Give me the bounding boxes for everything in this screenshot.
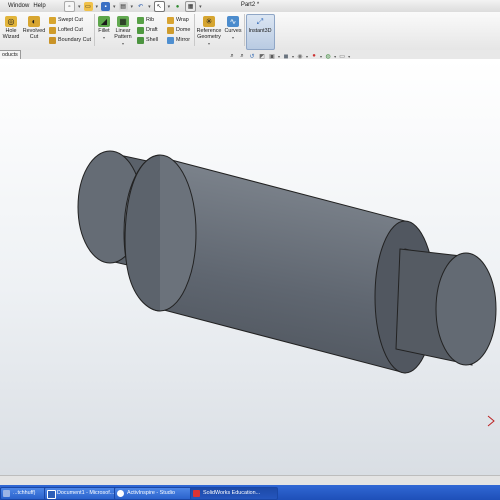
dome-icon bbox=[167, 26, 174, 34]
hole-wizard-button[interactable]: ◎ Hole Wizard bbox=[2, 16, 20, 40]
revolved-cut-button[interactable]: ◐ Revolved Cut bbox=[22, 16, 46, 40]
mirror-button[interactable]: Mirror bbox=[167, 36, 190, 44]
swept-cut-icon bbox=[49, 16, 56, 24]
scene-dropdown-icon[interactable]: ▾ bbox=[334, 54, 336, 59]
lofted-cut-icon bbox=[49, 26, 56, 34]
linear-pattern-label: Linear Pattern bbox=[114, 28, 132, 40]
shell-label: Shell bbox=[146, 37, 158, 43]
taskbar-item-label: ...tchhuff) bbox=[13, 490, 36, 496]
stepped-shaft-model[interactable] bbox=[0, 59, 500, 475]
appearance-dropdown-icon[interactable]: ▾ bbox=[320, 54, 322, 59]
lofted-cut-label: Lofted Cut bbox=[58, 27, 83, 33]
fillet-dropdown-icon[interactable]: ▾ bbox=[96, 35, 112, 41]
linear-pattern-button[interactable]: ▦ Linear Pattern ▾ bbox=[113, 16, 133, 47]
wrap-button[interactable]: Wrap bbox=[167, 16, 190, 24]
hole-wizard-icon: ◎ bbox=[5, 16, 17, 27]
view-settings-dropdown-icon[interactable]: ▾ bbox=[348, 54, 350, 59]
boundary-cut-label: Boundary Cut bbox=[58, 37, 91, 43]
taskbar-item[interactable]: Document1 - Microsof... bbox=[44, 487, 124, 500]
activinspire-icon bbox=[117, 490, 124, 497]
graphics-area[interactable] bbox=[0, 59, 500, 475]
solidworks-icon bbox=[193, 490, 200, 497]
view-orientation-dropdown-icon[interactable]: ▾ bbox=[278, 54, 280, 59]
dome-button[interactable]: Dome bbox=[167, 26, 190, 34]
swept-cut-button[interactable]: Swept Cut bbox=[49, 16, 91, 24]
separator bbox=[94, 14, 95, 46]
curves-label: Curves bbox=[224, 28, 242, 34]
word-icon bbox=[47, 490, 56, 499]
curves-button[interactable]: ∿ Curves ▾ bbox=[224, 16, 242, 41]
taskbar-item-label: Document1 - Microsof... bbox=[57, 490, 115, 496]
linear-pattern-dropdown-icon[interactable]: ▾ bbox=[113, 41, 133, 47]
main-shaft-body bbox=[159, 156, 406, 374]
reference-geometry-label: Reference Geometry bbox=[196, 28, 222, 40]
windows-taskbar: ...tchhuff) Document1 - Microsof... Acti… bbox=[0, 485, 500, 500]
instant3d-label: Instant3D bbox=[248, 28, 272, 34]
rib-button[interactable]: Rib bbox=[137, 16, 158, 24]
draft-icon bbox=[137, 26, 144, 34]
shell-icon bbox=[137, 36, 144, 44]
fillet-label: Fillet bbox=[98, 28, 110, 34]
curves-icon: ∿ bbox=[227, 16, 239, 27]
taskbar-item[interactable]: ActivInspire - Studio bbox=[114, 487, 200, 500]
draft-button[interactable]: Draft bbox=[137, 26, 158, 34]
mirror-label: Mirror bbox=[176, 37, 191, 43]
display-style-dropdown-icon[interactable]: ▾ bbox=[292, 54, 294, 59]
revolved-cut-icon: ◐ bbox=[28, 16, 40, 27]
reference-geometry-icon: ✳ bbox=[203, 16, 215, 27]
lofted-cut-button[interactable]: Lofted Cut bbox=[49, 26, 91, 34]
swept-cut-label: Swept Cut bbox=[58, 17, 83, 23]
wrap-label: Wrap bbox=[176, 17, 189, 23]
app-icon bbox=[3, 490, 10, 497]
dome-label: Dome bbox=[176, 27, 191, 33]
curves-dropdown-icon[interactable]: ▾ bbox=[224, 35, 242, 41]
hide-show-dropdown-icon[interactable]: ▾ bbox=[306, 54, 308, 59]
boundary-cut-button[interactable]: Boundary Cut bbox=[49, 36, 91, 44]
wrap-icon bbox=[167, 16, 174, 24]
right-shaft-end bbox=[435, 252, 497, 366]
mirror-icon bbox=[167, 36, 174, 44]
fillet-button[interactable]: ◢ Fillet ▾ bbox=[96, 16, 112, 41]
feature-stack-2: Wrap Dome Mirror bbox=[167, 16, 190, 44]
rib-icon bbox=[137, 16, 144, 24]
taskbar-item-label: SolidWorks Education... bbox=[203, 490, 261, 496]
fillet-icon: ◢ bbox=[98, 16, 110, 27]
separator bbox=[194, 14, 195, 46]
instant3d-label-group[interactable]: ⤢ Instant3D bbox=[247, 16, 273, 34]
separator bbox=[244, 14, 245, 46]
taskbar-item[interactable]: SolidWorks Education... bbox=[190, 487, 278, 500]
boundary-cut-icon bbox=[49, 36, 56, 44]
rib-label: Rib bbox=[146, 17, 155, 23]
command-manager: ◎ Hole Wizard ◐ Revolved Cut Swept Cut L… bbox=[0, 12, 500, 51]
feature-stack-1: Rib Draft Shell bbox=[137, 16, 158, 44]
taskbar-item-label: ActivInspire - Studio bbox=[127, 490, 175, 496]
hole-wizard-label: Hole Wizard bbox=[2, 28, 20, 40]
reference-geometry-dropdown-icon[interactable]: ▾ bbox=[196, 41, 222, 47]
revolved-cut-label: Revolved Cut bbox=[22, 28, 46, 40]
cut-stack: Swept Cut Lofted Cut Boundary Cut bbox=[49, 16, 91, 44]
instant3d-icon: ⤢ bbox=[256, 16, 264, 26]
draft-label: Draft bbox=[146, 27, 158, 33]
shell-button[interactable]: Shell bbox=[137, 36, 158, 44]
document-title: Part2 * bbox=[240, 2, 260, 8]
reference-geometry-button[interactable]: ✳ Reference Geometry ▾ bbox=[196, 16, 222, 47]
triad-icon bbox=[487, 415, 495, 427]
linear-pattern-icon: ▦ bbox=[117, 16, 129, 27]
